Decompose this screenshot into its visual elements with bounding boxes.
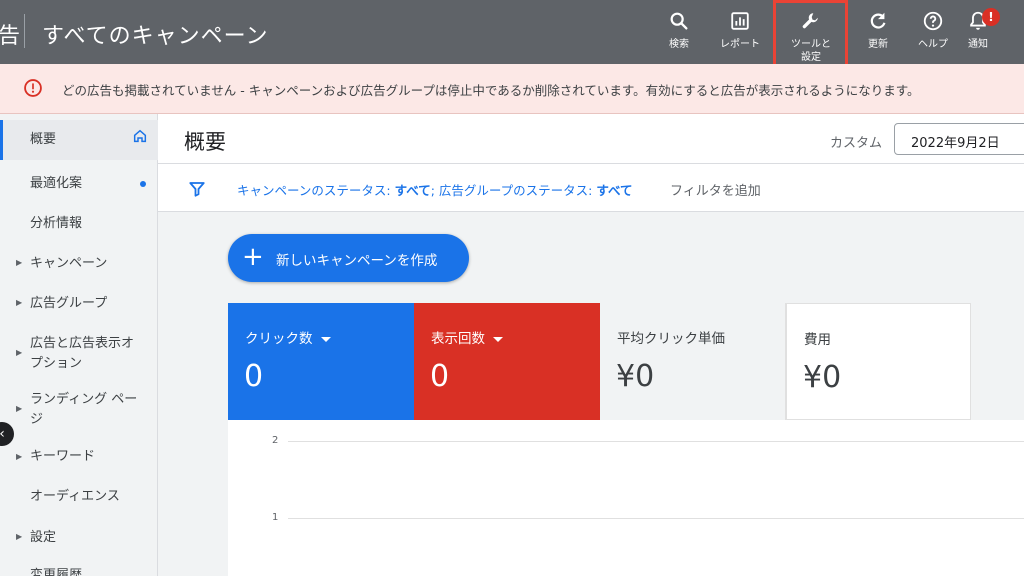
sidebar-item-label: 最適化案 <box>30 176 83 191</box>
sidebar-item-label: 変更履歴 <box>30 568 83 576</box>
refresh-icon <box>870 12 886 29</box>
dropdown-arrow-icon <box>493 336 503 342</box>
metric-title-text: クリック数 <box>245 331 313 347</box>
expand-caret-icon: ▶ <box>16 404 23 413</box>
active-filters[interactable]: キャンペーンのステータス: すべて; 広告グループのステータス: すべて <box>237 180 632 199</box>
sidebar-item-label: 分析情報 <box>30 216 83 231</box>
create-campaign-label: 新しいキャンペーンを作成 <box>276 253 438 269</box>
sidebar-item-ad-groups[interactable]: ▶ 広告グループ <box>0 284 158 324</box>
add-filter-button[interactable]: フィルタを追加 <box>670 180 761 199</box>
notifications-label: 通知 <box>968 39 988 50</box>
metric-card-avg-cpc[interactable]: 平均クリック単価 ¥0 <box>600 303 786 420</box>
report-button[interactable]: レポート <box>710 10 770 51</box>
header-divider <box>24 14 25 48</box>
alert-banner: どの広告も掲載されていません - キャンペーンおよび広告グループは停止中であるか… <box>0 64 1024 114</box>
performance-chart: 2 1 <box>228 420 1024 576</box>
expand-caret-icon: ▶ <box>16 532 23 541</box>
sidebar-item-label: オーディエンス <box>30 489 120 504</box>
gridline <box>288 441 1024 442</box>
help-icon <box>923 11 943 31</box>
expand-caret-icon: ▶ <box>16 298 23 307</box>
metric-cards: クリック数 0 表示回数 0 平均クリック単価 ¥0 費用 ¥0 <box>228 303 1024 420</box>
sidebar-item-label: 広告と広告表示オ プション <box>30 336 135 371</box>
date-range-picker[interactable]: 2022年9月2日 <box>894 123 1024 155</box>
search-button[interactable]: 検索 <box>649 10 709 51</box>
chevron-left-icon: ‹ <box>0 426 5 442</box>
create-campaign-button[interactable]: + 新しいキャンペーンを作成 <box>228 234 469 282</box>
page-header-title: すべてのキャンペーン <box>42 24 269 49</box>
alert-message: どの広告も掲載されていません - キャンペーンおよび広告グループは停止中であるか… <box>62 83 920 98</box>
y-tick-label: 1 <box>272 512 279 523</box>
sidebar-item-label: ランディング ペー ジ <box>30 392 138 427</box>
campaign-status-filter-label: キャンペーンのステータス: <box>237 183 395 198</box>
new-indicator-dot <box>140 181 146 187</box>
sidebar-item-landing-pages[interactable]: ▶ ランディング ペー ジ <box>0 384 158 434</box>
home-icon <box>133 129 147 143</box>
active-indicator <box>0 120 3 160</box>
metric-value: ¥0 <box>803 360 842 395</box>
refresh-label: 更新 <box>868 39 888 50</box>
metric-card-impressions[interactable]: 表示回数 0 <box>414 303 600 420</box>
plus-icon: + <box>242 242 264 272</box>
refresh-button[interactable]: 更新 <box>848 10 908 51</box>
date-range-value: 2022年9月2日 <box>911 136 1000 151</box>
sidebar-item-label: 広告グループ <box>30 296 108 311</box>
adgroup-status-filter-label: 広告グループのステータス: <box>438 183 597 198</box>
sidebar-nav: 概要 最適化案 分析情報 ▶ キャンペーン ▶ 広告グループ ▶ 広告と広告表示… <box>0 114 158 576</box>
error-icon <box>24 79 42 97</box>
adgroup-status-filter-value: すべて <box>596 183 633 198</box>
sidebar-item-ads-extensions[interactable]: ▶ 広告と広告表示オ プション <box>0 328 158 378</box>
metric-title[interactable]: 表示回数 <box>431 327 503 347</box>
sidebar-item-label: 設定 <box>30 530 57 545</box>
metric-card-cost[interactable]: 費用 ¥0 <box>786 303 971 420</box>
sidebar-item-audiences[interactable]: オーディエンス <box>0 478 158 518</box>
sidebar-item-label: キャンペーン <box>30 256 108 271</box>
filter-separator: ; <box>430 183 439 198</box>
sidebar-item-label: 概要 <box>30 132 57 147</box>
notification-badge: ! <box>982 8 1000 26</box>
campaign-status-filter-value: すべて <box>394 183 431 198</box>
metric-card-clicks[interactable]: クリック数 0 <box>228 303 414 420</box>
metric-value: 0 <box>244 359 264 394</box>
filter-bar: キャンペーンのステータス: すべて; 広告グループのステータス: すべて フィル… <box>158 164 1024 212</box>
report-label: レポート <box>720 39 760 50</box>
page-title: 概要 <box>184 130 226 154</box>
sidebar-item-recommendations[interactable]: 最適化案 <box>0 164 158 204</box>
report-icon <box>731 12 749 30</box>
top-app-bar: 告 すべてのキャンペーン 検索 レポート ツールと 設定 更新 ヘルプ 通知 ! <box>0 0 1024 82</box>
date-range-label: カスタム <box>830 136 883 151</box>
metric-value: ¥0 <box>616 359 655 394</box>
expand-caret-icon: ▶ <box>16 348 23 357</box>
search-icon <box>670 12 688 30</box>
sidebar-item-settings[interactable]: ▶ 設定 <box>0 518 158 558</box>
overview-header: 概要 カスタム 2022年9月2日 <box>158 114 1024 164</box>
metric-title[interactable]: クリック数 <box>245 327 331 347</box>
sidebar-item-insights[interactable]: 分析情報 <box>0 204 158 244</box>
gridline <box>288 518 1024 519</box>
sidebar-item-keywords[interactable]: ▶ キーワード <box>0 438 158 478</box>
metric-title: 費用 <box>804 332 831 348</box>
expand-caret-icon: ▶ <box>16 452 23 461</box>
sidebar-item-change-history[interactable]: 変更履歴 <box>0 560 158 576</box>
filter-icon[interactable] <box>188 180 206 198</box>
metric-value: 0 <box>430 359 450 394</box>
brand-fragment: 告 <box>0 24 21 49</box>
sidebar-item-label: キーワード <box>30 449 96 464</box>
dropdown-arrow-icon <box>320 336 331 342</box>
sidebar-item-overview[interactable]: 概要 <box>0 120 158 160</box>
metric-title-text: 表示回数 <box>431 331 485 347</box>
search-label: 検索 <box>669 39 689 50</box>
expand-caret-icon: ▶ <box>16 258 23 267</box>
metric-title: 平均クリック単価 <box>617 331 725 347</box>
sidebar-item-campaigns[interactable]: ▶ キャンペーン <box>0 244 158 284</box>
y-tick-label: 2 <box>272 435 279 446</box>
